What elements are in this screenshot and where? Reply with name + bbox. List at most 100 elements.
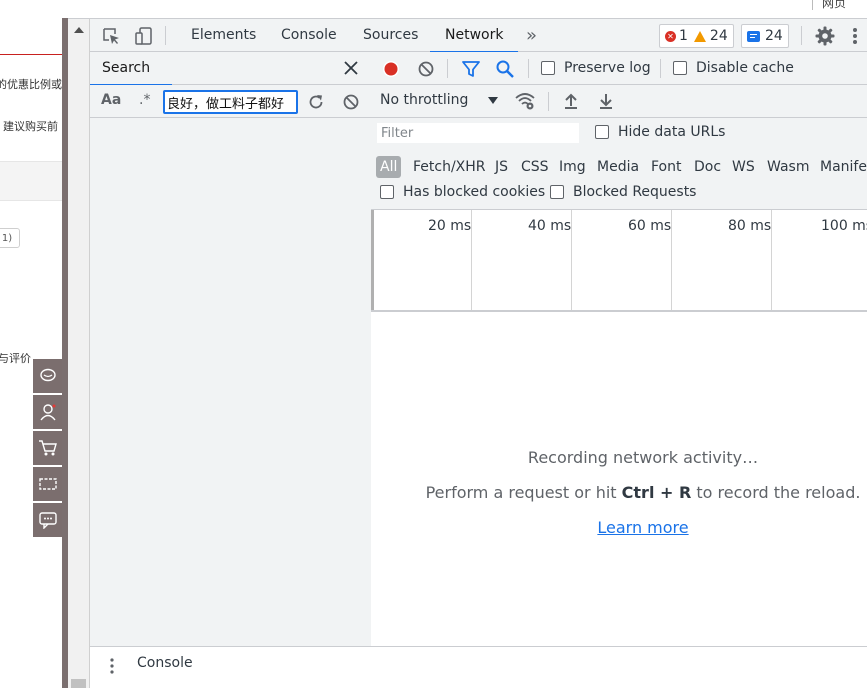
messages-counter[interactable]: 24 bbox=[741, 24, 789, 48]
match-case-button[interactable]: Aa bbox=[101, 92, 121, 108]
error-count: 1 bbox=[679, 28, 688, 44]
type-filter-fetch-xhr[interactable]: Fetch/XHR bbox=[413, 156, 486, 178]
preserve-log-label: Preserve log bbox=[564, 60, 651, 76]
warning-count: 24 bbox=[709, 28, 728, 44]
type-filter-ws[interactable]: WS bbox=[732, 156, 755, 178]
import-har-icon[interactable] bbox=[560, 90, 582, 112]
type-filter-media[interactable]: Media bbox=[597, 156, 639, 178]
checkbox-box[interactable] bbox=[673, 61, 687, 75]
tab-elements[interactable]: Elements bbox=[189, 19, 258, 52]
console-drawer-bar: Console bbox=[90, 646, 867, 688]
chat-icon[interactable] bbox=[33, 359, 62, 393]
record-icon[interactable] bbox=[380, 58, 402, 80]
error-icon: ✕ bbox=[665, 30, 676, 42]
checkbox-box[interactable] bbox=[595, 125, 609, 139]
network-filter-bar: Hide data URLs All Fetch/XHR JS CSS Img … bbox=[371, 118, 867, 210]
regex-button[interactable]: .* bbox=[139, 92, 150, 108]
recording-message: Recording network activity… bbox=[527, 448, 759, 467]
reload-hint-prefix: Perform a request or hit bbox=[425, 483, 617, 502]
warning-icon bbox=[693, 30, 706, 42]
disable-cache-label: Disable cache bbox=[696, 60, 794, 76]
timeline-tick-label: 100 ms bbox=[821, 218, 867, 234]
tab-console[interactable]: Console bbox=[279, 19, 339, 52]
type-filter-all[interactable]: All bbox=[376, 156, 402, 178]
page-band bbox=[0, 161, 62, 201]
page-fragment-divider bbox=[812, 0, 813, 10]
type-filter-manifest[interactable]: Manife bbox=[820, 156, 867, 178]
scrollbar-thumb[interactable] bbox=[71, 679, 86, 688]
settings-gear-icon[interactable] bbox=[814, 25, 836, 47]
timeline-tick-label: 60 ms bbox=[628, 218, 672, 234]
message-icon[interactable] bbox=[33, 503, 62, 537]
type-filter-js[interactable]: JS bbox=[495, 156, 508, 178]
user-icon[interactable] bbox=[33, 395, 62, 429]
page-text-review: 与评价 bbox=[0, 352, 31, 365]
filter-input[interactable] bbox=[376, 122, 580, 144]
search-input[interactable] bbox=[163, 90, 298, 114]
page-text-discount: 的优惠比例或 bbox=[0, 78, 62, 91]
export-har-icon[interactable] bbox=[595, 90, 617, 112]
network-toolbar-secondary: No throttling bbox=[371, 85, 867, 118]
devtools-window: Elements Console Sources Network » ✕ 1 2… bbox=[68, 18, 867, 688]
search-tab[interactable]: Search bbox=[90, 52, 173, 86]
type-filter-doc[interactable]: Doc bbox=[694, 156, 721, 178]
hide-data-urls-checkbox[interactable]: Hide data URLs bbox=[595, 124, 725, 140]
page-fragment-top-right: 网页 bbox=[810, 0, 867, 18]
tab-sources[interactable]: Sources bbox=[361, 19, 420, 52]
more-options-icon[interactable] bbox=[848, 25, 862, 47]
refresh-icon[interactable] bbox=[306, 92, 326, 112]
type-filter-font[interactable]: Font bbox=[651, 156, 681, 178]
search-icon[interactable] bbox=[494, 58, 516, 80]
search-header: Search bbox=[90, 52, 371, 86]
network-conditions-icon[interactable] bbox=[514, 90, 536, 112]
checkbox-box[interactable] bbox=[380, 185, 394, 199]
page-pill[interactable]: 1) bbox=[0, 228, 20, 248]
devtools-tabbar: Elements Console Sources Network » ✕ 1 2… bbox=[90, 19, 867, 53]
issues-counter[interactable]: ✕ 1 24 bbox=[659, 24, 734, 48]
throttling-select[interactable]: No throttling bbox=[380, 92, 468, 108]
learn-more-link[interactable]: Learn more bbox=[371, 518, 867, 537]
checkbox-box[interactable] bbox=[550, 185, 564, 199]
network-panel: Preserve log Disable cache No throttling bbox=[371, 52, 867, 646]
coupon-icon[interactable] bbox=[33, 467, 62, 501]
drawer-menu-icon[interactable] bbox=[110, 657, 114, 677]
cart-icon[interactable] bbox=[33, 431, 62, 465]
dropdown-arrow-icon[interactable] bbox=[488, 97, 498, 104]
page-text-advice: 建议购买前 bbox=[3, 120, 58, 133]
timeline-start-marker[interactable] bbox=[371, 210, 374, 310]
search-drawer: Search Aa .* bbox=[90, 52, 371, 646]
more-tabs-icon[interactable]: » bbox=[524, 19, 539, 52]
filter-icon[interactable] bbox=[460, 58, 482, 80]
drawer-tab-console[interactable]: Console bbox=[137, 655, 193, 671]
timeline-tick-label: 40 ms bbox=[528, 218, 572, 234]
clear-search-icon[interactable] bbox=[341, 92, 361, 112]
has-blocked-cookies-label: Has blocked cookies bbox=[403, 184, 546, 200]
tab-network[interactable]: Network bbox=[429, 19, 520, 53]
reload-hint-suffix: to record the reload. bbox=[696, 483, 861, 502]
toolbar-separator bbox=[528, 59, 529, 78]
reload-hint: Perform a request or hit Ctrl + R to rec… bbox=[371, 483, 867, 502]
disable-cache-checkbox[interactable]: Disable cache bbox=[673, 60, 794, 76]
toolbar-separator bbox=[447, 59, 448, 78]
timeline-tick-label: 20 ms bbox=[428, 218, 472, 234]
checkbox-box[interactable] bbox=[541, 61, 555, 75]
close-icon[interactable] bbox=[342, 59, 360, 77]
page-fragment: 的优惠比例或 建议购买前 1) 与评价 bbox=[0, 0, 62, 688]
has-blocked-cookies-checkbox[interactable]: Has blocked cookies bbox=[380, 184, 545, 200]
search-toolbar: Aa .* bbox=[90, 85, 371, 118]
page-scrollbar[interactable] bbox=[68, 19, 90, 688]
preserve-log-checkbox[interactable]: Preserve log bbox=[541, 60, 651, 76]
blocked-requests-checkbox[interactable]: Blocked Requests bbox=[550, 184, 696, 200]
device-toolbar-icon[interactable] bbox=[133, 25, 155, 47]
clear-icon[interactable] bbox=[415, 58, 437, 80]
network-empty-state: Recording network activity… Perform a re… bbox=[371, 312, 867, 646]
type-filter-wasm[interactable]: Wasm bbox=[767, 156, 809, 178]
toolbar-separator bbox=[660, 59, 661, 78]
network-overview-timeline[interactable]: 20 ms 40 ms 60 ms 80 ms 100 ms bbox=[371, 210, 867, 312]
type-filter-css[interactable]: CSS bbox=[521, 156, 549, 178]
page-side-toolbar bbox=[33, 359, 62, 539]
type-filter-img[interactable]: Img bbox=[559, 156, 586, 178]
inspect-element-icon[interactable] bbox=[100, 25, 122, 47]
message-count: 24 bbox=[765, 28, 783, 44]
scroll-up-arrow-icon[interactable] bbox=[74, 27, 84, 33]
